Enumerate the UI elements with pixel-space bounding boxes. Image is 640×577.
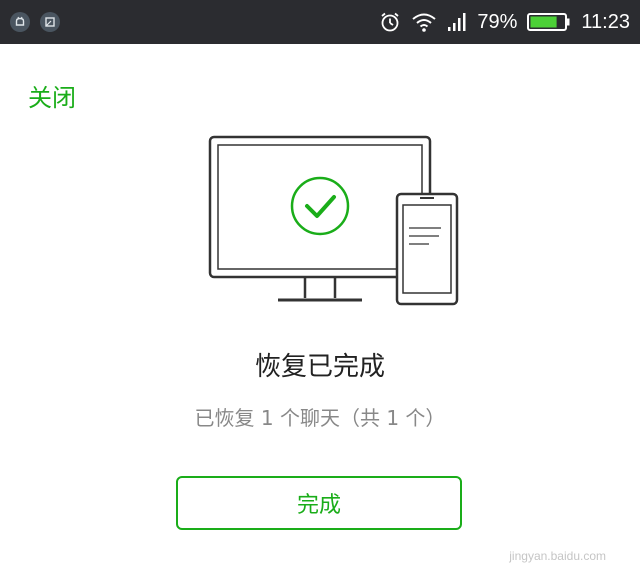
notification-app-icon: [10, 12, 30, 32]
watermark-text: jingyan.baidu.com: [509, 549, 606, 563]
status-bar: 79% 11:23: [0, 0, 640, 44]
battery-percent: 79%: [477, 10, 518, 33]
restore-summary: 已恢复 1 个聊天（共 1 个）: [194, 406, 446, 430]
restore-illustration: [208, 135, 459, 306]
phone-icon: [395, 192, 459, 306]
screenshot-app-icon: [40, 12, 60, 32]
done-button[interactable]: 完成: [176, 476, 462, 530]
checkmark-icon: [290, 176, 350, 236]
alarm-icon: [379, 11, 401, 33]
clock: 11:23: [581, 10, 630, 33]
page-title: 恢复已完成: [254, 352, 385, 382]
signal-icon: [447, 11, 467, 33]
wifi-icon: [411, 11, 437, 33]
close-button[interactable]: 关闭: [28, 78, 76, 113]
battery-fill: [530, 16, 558, 28]
battery-icon: [527, 12, 571, 32]
status-bar-right: 79% 11:23: [369, 0, 630, 44]
